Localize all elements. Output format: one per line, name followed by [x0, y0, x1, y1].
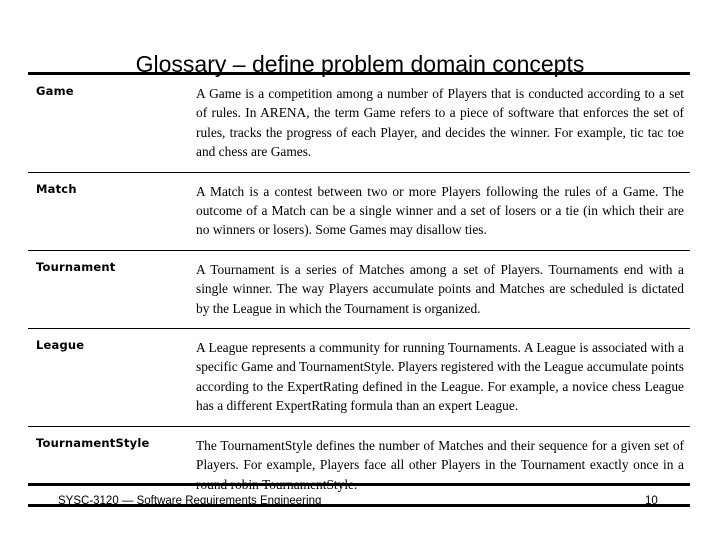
footer-course-label: SYSC-3120 — Software Requirements Engine…	[58, 495, 322, 507]
glossary-definition-cell: A League represents a community for runn…	[196, 328, 690, 427]
glossary-term: TournamentStyle	[36, 435, 150, 450]
glossary-term-cell: League	[28, 328, 196, 427]
glossary-definition-cell: A Game is a competition among a number o…	[196, 75, 690, 172]
table-row: League A League represents a community fo…	[28, 328, 690, 427]
glossary-term: Match	[36, 181, 77, 196]
glossary-term-cell: Tournament	[28, 249, 196, 329]
table-row: TournamentStyle The TournamentStyle defin…	[28, 425, 690, 504]
table-row: Game A Game is a competition among a numb…	[28, 75, 690, 172]
glossary-term: Game	[36, 84, 74, 98]
glossary-term-cell: Game	[28, 75, 196, 172]
glossary-term-cell: TournamentStyle	[28, 425, 196, 504]
table-row: Match A Match is a contest between two or…	[28, 171, 690, 251]
glossary-term-cell: Match	[28, 171, 196, 251]
glossary-term: Tournament	[36, 259, 116, 274]
glossary-definition-cell: A Match is a contest between two or more…	[196, 171, 690, 251]
slide: Glossary – define problem domain concept…	[0, 0, 720, 540]
footer-divider	[28, 483, 690, 486]
glossary-definition: A Game is a competition among a number o…	[196, 86, 684, 160]
table-row: Tournament A Tournament is a series of Ma…	[28, 249, 690, 329]
slide-footer: SYSC-3120 — Software Requirements Engine…	[0, 494, 720, 514]
glossary-table: Game A Game is a competition among a numb…	[28, 72, 690, 507]
glossary-term: League	[36, 338, 85, 353]
glossary-definition: A League represents a community for runn…	[196, 340, 684, 414]
glossary-definition-cell: A Tournament is a series of Matches amon…	[196, 249, 690, 329]
glossary-definition: A Tournament is a series of Matches amon…	[196, 261, 684, 316]
footer-page-number: 10	[645, 495, 658, 507]
glossary-definition: A Match is a contest between two or more…	[196, 183, 684, 238]
glossary-table-body: Game A Game is a competition among a numb…	[28, 75, 690, 504]
glossary-definition-cell: The TournamentStyle defines the number o…	[196, 425, 690, 504]
